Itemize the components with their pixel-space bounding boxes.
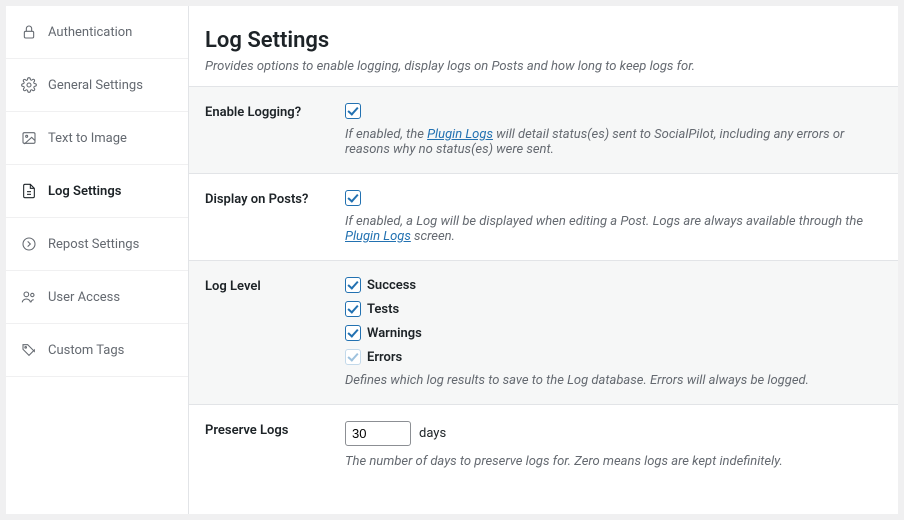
enable-logging-label: Enable Logging? (205, 103, 345, 157)
sidebar-item-label: Custom Tags (48, 343, 124, 358)
log-level-help: Defines which log results to save to the… (345, 373, 882, 388)
log-level-option: Tests (345, 301, 882, 317)
sidebar-item-text-to-image[interactable]: Text to Image (6, 112, 188, 165)
sidebar-item-authentication[interactable]: Authentication (6, 6, 188, 59)
log-level-option-label: Errors (367, 350, 402, 365)
log-level-tests-checkbox[interactable] (345, 301, 361, 317)
preserve-logs-label: Preserve Logs (205, 421, 345, 469)
gear-icon (20, 76, 38, 94)
log-level-errors-checkbox (345, 349, 361, 365)
settings-sidebar: Authentication General Settings Text to … (6, 6, 188, 514)
preserve-logs-input[interactable] (345, 421, 411, 446)
preserve-logs-help: The number of days to preserve logs for.… (345, 454, 882, 469)
page-header: Log Settings Provides options to enable … (189, 6, 898, 86)
sidebar-item-label: General Settings (48, 78, 143, 93)
preserve-logs-unit: days (419, 426, 446, 441)
help-text: If enabled, a Log will be displayed when… (345, 214, 863, 229)
display-on-posts-help: If enabled, a Log will be displayed when… (345, 214, 882, 244)
image-icon (20, 129, 38, 147)
enable-logging-checkbox[interactable] (345, 103, 361, 119)
sidebar-item-general-settings[interactable]: General Settings (6, 59, 188, 112)
lock-icon (20, 23, 38, 41)
tag-icon (20, 341, 38, 359)
log-level-option: Warnings (345, 325, 882, 341)
sidebar-item-label: Text to Image (48, 131, 127, 146)
sidebar-item-repost-settings[interactable]: Repost Settings (6, 218, 188, 271)
log-level-option-label: Tests (367, 302, 399, 317)
row-display-on-posts: Display on Posts? If enabled, a Log will… (189, 173, 898, 260)
page-title: Log Settings (205, 28, 882, 53)
document-icon (20, 182, 38, 200)
log-level-option-label: Warnings (367, 326, 422, 341)
help-text: If enabled, the (345, 127, 427, 142)
arrow-circle-icon (20, 235, 38, 253)
sidebar-item-label: Log Settings (48, 184, 121, 199)
row-enable-logging: Enable Logging? If enabled, the Plugin L… (189, 86, 898, 173)
sidebar-item-label: Authentication (48, 25, 132, 40)
row-log-level: Log Level Success Tests Warnings Errors (189, 260, 898, 404)
help-text: screen. (411, 229, 455, 244)
sidebar-item-label: Repost Settings (48, 237, 139, 252)
enable-logging-help: If enabled, the Plugin Logs will detail … (345, 127, 882, 157)
log-level-option: Errors (345, 349, 882, 365)
row-preserve-logs: Preserve Logs days The number of days to… (189, 404, 898, 485)
plugin-logs-link[interactable]: Plugin Logs (427, 127, 493, 142)
display-on-posts-label: Display on Posts? (205, 190, 345, 244)
log-level-option: Success (345, 277, 882, 293)
users-icon (20, 288, 38, 306)
sidebar-item-log-settings[interactable]: Log Settings (6, 165, 188, 218)
sidebar-item-custom-tags[interactable]: Custom Tags (6, 324, 188, 377)
settings-main: Log Settings Provides options to enable … (188, 6, 898, 514)
log-level-option-label: Success (367, 278, 416, 293)
log-level-warnings-checkbox[interactable] (345, 325, 361, 341)
page-description: Provides options to enable logging, disp… (205, 59, 882, 74)
log-level-label: Log Level (205, 277, 345, 388)
log-level-success-checkbox[interactable] (345, 277, 361, 293)
plugin-logs-link[interactable]: Plugin Logs (345, 229, 411, 244)
display-on-posts-checkbox[interactable] (345, 190, 361, 206)
sidebar-item-user-access[interactable]: User Access (6, 271, 188, 324)
sidebar-item-label: User Access (48, 290, 120, 305)
